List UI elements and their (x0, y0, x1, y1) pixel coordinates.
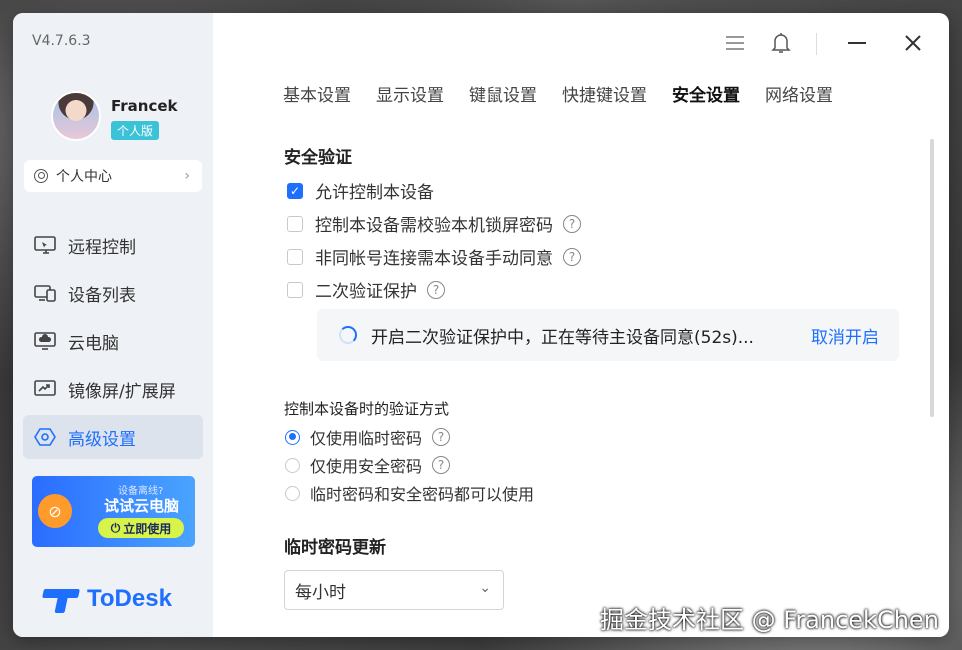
minimize-icon[interactable] (843, 29, 871, 57)
sidebar-item-mirror-screen[interactable]: 镜像屏/扩展屏 (23, 367, 203, 411)
manual-approve-checkbox[interactable] (287, 248, 303, 265)
bell-icon[interactable] (767, 29, 795, 57)
device-list-icon (34, 283, 56, 303)
cloud-pc-promo-banner[interactable]: ⊘ 设备离线? 试试云电脑 ⏻ 立即使用 (32, 476, 195, 547)
user-center-label: 个人中心 (56, 169, 112, 185)
two-factor-pending-notice: 开启二次验证保护中，正在等待主设备同意(52s)... 取消开启 (317, 309, 899, 361)
option-label: 控制本设备需校验本机锁屏密码 (315, 216, 553, 236)
lockscreen-password-option[interactable]: 控制本设备需校验本机锁屏密码 ? (287, 211, 581, 236)
option-label: 仅使用临时密码 (310, 429, 423, 448)
two-factor-option[interactable]: 二次验证保护 ? (287, 277, 445, 302)
version-label: V4.7.6.3 (32, 33, 91, 49)
tab-display[interactable]: 显示设置 (376, 81, 444, 106)
sidebar-item-label: 设备列表 (68, 285, 136, 306)
sidebar-item-advanced-settings[interactable]: 高级设置 (23, 415, 203, 459)
select-value: 每小时 (295, 582, 346, 603)
todesk-logo: ToDesk (43, 585, 172, 613)
tab-keyboard-mouse[interactable]: 键鼠设置 (469, 81, 537, 106)
security-password-only-radio[interactable] (285, 457, 300, 473)
chevron-down-icon: ⌄ (479, 580, 491, 596)
sidebar-item-label: 高级设置 (68, 429, 136, 450)
promo-button-label: 立即使用 (123, 521, 172, 536)
chevron-right-icon: › (184, 168, 190, 184)
tab-security[interactable]: 安全设置 (672, 81, 740, 106)
loading-spinner-icon (339, 326, 357, 344)
help-icon[interactable]: ? (432, 428, 451, 446)
help-icon[interactable]: ? (563, 247, 581, 266)
todesk-logo-mark (43, 585, 79, 613)
temp-password-only-option[interactable]: 仅使用临时密码 ? (285, 425, 451, 449)
update-frequency-select[interactable]: 每小时 ⌄ (284, 570, 504, 610)
watermark: 掘金技术社区 @ FrancekChen (600, 606, 939, 634)
tab-network[interactable]: 网络设置 (765, 81, 833, 106)
sidebar-nav: 远程控制 设备列表 云电脑 镜像屏/扩展屏 高级设置 (23, 223, 203, 463)
both-passwords-option[interactable]: 临时密码和安全密码都可以使用 (285, 481, 534, 505)
edition-badge: 个人版 (111, 121, 160, 140)
remote-control-icon (34, 235, 56, 255)
user-center-button[interactable]: 个人中心 › (24, 160, 202, 192)
cloud-pc-icon (34, 331, 56, 351)
security-password-only-option[interactable]: 仅使用安全密码 ? (285, 453, 451, 477)
option-label: 非同帐号连接需本设备手动同意 (315, 249, 553, 269)
promo-use-now-button[interactable]: ⏻ 立即使用 (98, 518, 184, 538)
logo-text: ToDesk (87, 585, 172, 612)
sidebar: V4.7.6.3 Francek 个人版 个人中心 › 远程控制 设备列表 云电… (13, 13, 213, 637)
mirror-screen-icon (34, 379, 56, 399)
advanced-settings-icon (34, 427, 56, 447)
option-label: 临时密码和安全密码都可以使用 (310, 485, 535, 504)
sidebar-item-label: 云电脑 (68, 333, 119, 354)
allow-control-checkbox[interactable]: ✓ (287, 182, 303, 199)
allow-control-option[interactable]: ✓ 允许控制本设备 (287, 178, 434, 203)
username: Francek (111, 97, 178, 115)
sidebar-item-label: 镜像屏/扩展屏 (68, 381, 176, 402)
sidebar-item-device-list[interactable]: 设备列表 (23, 271, 203, 315)
menu-icon[interactable] (721, 29, 749, 57)
option-label: 二次验证保护 (315, 282, 417, 302)
tab-shortcuts[interactable]: 快捷键设置 (562, 81, 647, 106)
verify-method-title: 控制本设备时的验证方式 (284, 400, 450, 418)
settings-tabs: 基本设置 显示设置 键鼠设置 快捷键设置 安全设置 网络设置 (283, 81, 858, 106)
help-icon[interactable]: ? (563, 214, 581, 233)
sidebar-item-label: 远程控制 (68, 237, 136, 258)
help-icon[interactable]: ? (427, 280, 445, 299)
tab-basic[interactable]: 基本设置 (283, 81, 351, 106)
two-factor-checkbox[interactable] (287, 281, 303, 298)
todesk-window: V4.7.6.3 Francek 个人版 个人中心 › 远程控制 设备列表 云电… (13, 13, 949, 637)
both-passwords-radio[interactable] (285, 485, 300, 501)
close-icon[interactable] (899, 29, 927, 57)
option-label: 仅使用安全密码 (310, 457, 423, 476)
cancel-enable-link[interactable]: 取消开启 (811, 323, 879, 348)
sidebar-item-cloud-pc[interactable]: 云电脑 (23, 319, 203, 363)
main-panel: 基本设置 显示设置 键鼠设置 快捷键设置 安全设置 网络设置 安全验证 ✓ 允许… (213, 13, 949, 637)
temp-password-only-radio[interactable] (285, 429, 300, 445)
option-label: 允许控制本设备 (315, 183, 434, 203)
temp-password-update-title: 临时密码更新 (284, 538, 386, 558)
scrollbar[interactable] (930, 139, 934, 417)
promo-title: 试试云电脑 (104, 497, 180, 515)
manual-approve-option[interactable]: 非同帐号连接需本设备手动同意 ? (287, 244, 581, 269)
sidebar-item-remote-control[interactable]: 远程控制 (23, 223, 203, 267)
help-icon[interactable]: ? (432, 456, 451, 474)
user-icon (34, 169, 48, 183)
notice-text: 开启二次验证保护中，正在等待主设备同意(52s)... (371, 327, 754, 348)
security-section-title: 安全验证 (284, 148, 352, 168)
lockscreen-password-checkbox[interactable] (287, 215, 303, 232)
wifi-off-icon: ⊘ (38, 494, 72, 528)
avatar[interactable] (51, 91, 101, 141)
titlebar-divider (816, 33, 817, 55)
power-icon: ⏻ (110, 520, 121, 535)
